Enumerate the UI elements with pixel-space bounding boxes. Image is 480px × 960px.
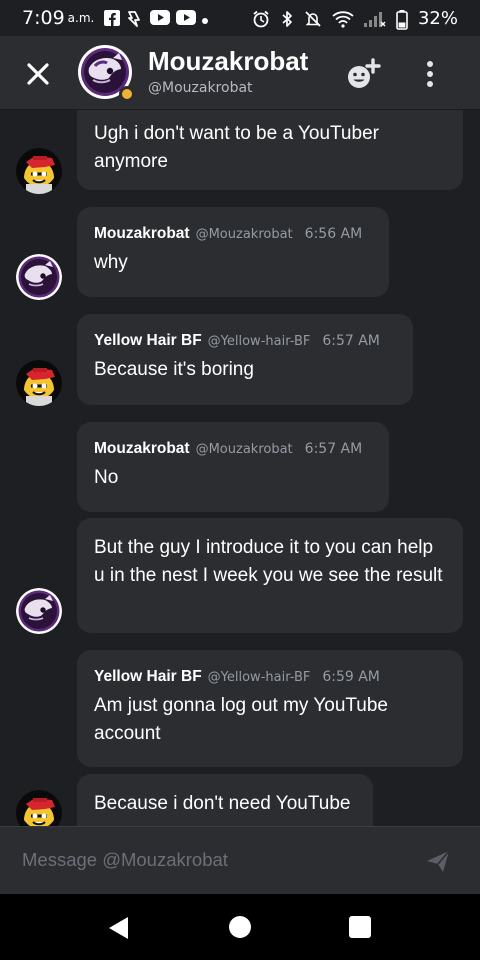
system-nav-bar [0, 894, 480, 960]
yellow-hair-bf-avatar-icon [16, 148, 62, 194]
signal-icon [363, 10, 386, 27]
message-bubble[interactable]: Yellow Hair BF @Yellow-hair-BF 6:57 AM B… [77, 314, 413, 405]
author-name[interactable]: Yellow Hair BF [94, 668, 202, 686]
message-meta: Yellow Hair BF @Yellow-hair-BF 6:59 AM [94, 668, 446, 686]
close-button[interactable] [22, 58, 54, 90]
mute-icon [304, 10, 322, 27]
author-handle: @Mouzakrobat [195, 442, 293, 457]
author-handle: @Yellow-hair-BF [207, 334, 311, 349]
page-title: Mouzakrobat [148, 46, 309, 76]
avatar[interactable] [77, 44, 135, 102]
avatar[interactable] [16, 360, 62, 406]
nav-home-button[interactable] [229, 916, 251, 938]
author-name[interactable]: Yellow Hair BF [94, 332, 202, 350]
battery-icon [396, 10, 408, 30]
timestamp: 6:56 AM [304, 226, 363, 242]
mouzakrobat-avatar-icon [16, 254, 62, 300]
message-input[interactable] [22, 845, 402, 875]
message-bubble[interactable]: But the guy I introduce it to you can he… [77, 518, 463, 633]
idle-status-indicator [119, 86, 135, 102]
mouzakrobat-avatar-icon [16, 588, 62, 634]
youtube-icon [150, 10, 171, 26]
more-options-button[interactable] [420, 58, 440, 90]
header-handle: @Mouzakrobat [148, 80, 253, 96]
notification-dot-icon [202, 10, 209, 26]
avatar[interactable] [16, 790, 62, 826]
send-button[interactable] [424, 847, 452, 875]
message-meta: Mouzakrobat @Mouzakrobat 6:56 AM [94, 225, 372, 243]
flash-icon [126, 10, 144, 27]
message-text: Am just gonna log out my YouTube account [94, 695, 388, 744]
message-text: No [94, 467, 119, 488]
message-bubble[interactable]: Because i don't need YouTube [77, 774, 373, 826]
author-handle: @Mouzakrobat [195, 227, 293, 242]
message-meta: Mouzakrobat @Mouzakrobat 6:57 AM [94, 440, 372, 458]
message-bubble[interactable]: Mouzakrobat @Mouzakrobat 6:56 AM why [77, 207, 389, 297]
message-meta: Yellow Hair BF @Yellow-hair-BF 6:57 AM [94, 332, 396, 350]
message-bubble[interactable]: Yellow Hair BF @Yellow-hair-BF 6:59 AM A… [77, 650, 463, 767]
kebab-menu-icon [427, 61, 433, 87]
timestamp: 6:57 AM [304, 441, 363, 457]
battery-percent: 32% [417, 7, 458, 29]
author-name[interactable]: Mouzakrobat [94, 440, 190, 458]
yellow-hair-bf-avatar-icon [16, 360, 62, 406]
youtube-icon [176, 10, 197, 26]
timestamp: 6:59 AM [322, 669, 380, 685]
message-text: Ugh i don't want to be a YouTuber anymor… [94, 123, 379, 172]
send-icon [427, 850, 450, 872]
header-title-block[interactable]: Mouzakrobat @Mouzakrobat [148, 46, 308, 98]
author-name[interactable]: Mouzakrobat [94, 225, 190, 243]
avatar[interactable] [16, 588, 62, 634]
avatar[interactable] [16, 254, 62, 300]
emoji-add-icon [348, 58, 381, 88]
facebook-icon [104, 10, 121, 26]
message-text: Because i don't need YouTube [94, 793, 351, 814]
message-bubble[interactable]: Ugh i don't want to be a YouTuber anymor… [77, 110, 463, 190]
alarm-icon [252, 10, 270, 28]
avatar[interactable] [16, 148, 62, 194]
status-bar-right: 32% [252, 7, 458, 30]
bluetooth-icon [280, 10, 294, 27]
wifi-icon [332, 10, 354, 28]
status-bar-left: 7:09 a.m. [22, 7, 209, 29]
timestamp: 6:57 AM [322, 333, 380, 349]
yellow-hair-bf-avatar-icon [16, 790, 62, 826]
message-text: Because it's boring [94, 359, 254, 380]
close-icon [27, 63, 49, 85]
status-time: 7:09 [22, 7, 65, 29]
dm-header: Mouzakrobat @Mouzakrobat [0, 36, 480, 110]
message-text: But the guy I introduce it to you can he… [94, 537, 443, 586]
add-friend-button[interactable] [344, 56, 384, 92]
status-bar: 7:09 a.m. 32% [0, 0, 480, 36]
message-text: why [94, 252, 128, 273]
message-composer [0, 826, 480, 894]
nav-back-button[interactable] [106, 915, 132, 941]
message-bubble[interactable]: Mouzakrobat @Mouzakrobat 6:57 AM No [77, 422, 389, 512]
message-list[interactable]: Ugh i don't want to be a YouTuber anymor… [0, 110, 480, 826]
status-ampm: a.m. [67, 11, 95, 25]
nav-recents-button[interactable] [349, 916, 371, 938]
author-handle: @Yellow-hair-BF [207, 670, 311, 685]
back-triangle-icon [109, 917, 128, 939]
dm-screen: 7:09 a.m. 32% Mouzakrobat @Mouzakrobat U… [0, 0, 480, 960]
